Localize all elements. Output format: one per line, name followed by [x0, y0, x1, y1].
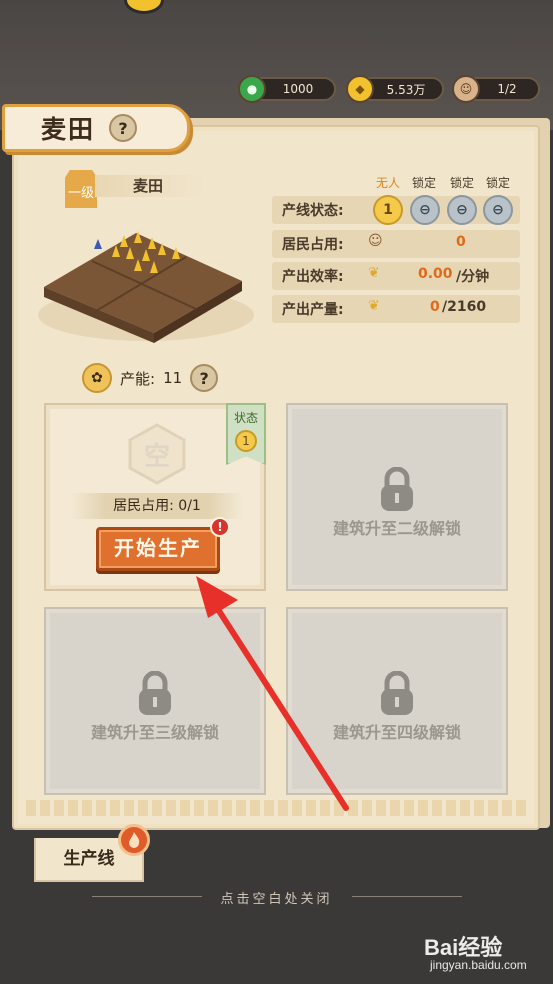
slot-state-value: 1 — [235, 430, 257, 452]
efficiency-value: 0.00 — [418, 266, 453, 282]
wheat-icon: ❦ — [368, 265, 380, 281]
close-hint[interactable]: 点击空白处关闭 — [0, 888, 553, 907]
production-slot-3[interactable]: 建筑升至三级解锁 — [44, 607, 266, 795]
title-tab: 麦田 ? — [2, 104, 190, 152]
start-production-button[interactable]: 开始生产 — [96, 527, 220, 571]
slot-occupancy: 居民占用: 0/1 — [72, 493, 242, 519]
resident-icon: ☺ — [452, 75, 480, 103]
slot-1-icon[interactable]: 1 — [373, 195, 403, 225]
slot-header-2: 锁定 — [411, 176, 436, 190]
lock-icon — [139, 671, 171, 715]
unlock-hint-level-4: 建筑升至四级解锁 — [332, 723, 461, 742]
production-slot-2[interactable]: 建筑升至二级解锁 — [286, 403, 508, 591]
slot-header-4: 锁定 — [485, 176, 510, 190]
capacity-help-icon[interactable]: ? — [190, 364, 219, 392]
output-row: 产出产量: ❦ 0 /2160 — [272, 295, 520, 323]
building-name: 麦田 — [95, 175, 205, 197]
production-slot-4[interactable]: 建筑升至四级解锁 — [286, 607, 508, 795]
gem-counter[interactable]: ● 1000 — [238, 75, 336, 103]
output-current: 0 — [430, 299, 440, 315]
level-badge: 一级 — [65, 170, 97, 208]
resident-value: 1/2 — [497, 82, 517, 96]
slot-2-lock-icon: ⊖ — [410, 195, 440, 225]
level-label: 一级 — [67, 186, 94, 201]
coin-value: 5.53万 — [386, 82, 426, 97]
efficiency-row: 产出效率: ❦ 0.00 /分钟 — [272, 262, 520, 290]
slot-4-lock-icon: ⊖ — [483, 195, 513, 225]
page-title: 麦田 — [41, 115, 96, 144]
lock-icon — [381, 467, 413, 511]
capacity-value: 11 — [163, 369, 183, 387]
line-state-label: 产线状态: — [282, 203, 344, 219]
output-label: 产出产量: — [282, 302, 344, 318]
unlock-hint-level-3: 建筑升至三级解锁 — [90, 723, 219, 742]
tab-flame-icon — [118, 824, 150, 856]
residents-value: 0 — [456, 234, 466, 250]
efficiency-unit: /分钟 — [456, 269, 490, 285]
slot-state-label: 状态 — [233, 411, 258, 425]
coin-counter[interactable]: ◆ 5.53万 — [346, 75, 444, 103]
slot-header-1: 无人 — [375, 176, 400, 190]
help-icon[interactable]: ? — [109, 114, 138, 142]
hint-divider-right — [352, 896, 462, 897]
slot-3-lock-icon: ⊖ — [447, 195, 477, 225]
panel-decorative-border — [26, 800, 526, 816]
lock-icon — [381, 671, 413, 715]
unlock-hint-level-2: 建筑升至二级解锁 — [332, 519, 461, 538]
capacity-label: 产能: — [120, 369, 156, 388]
line-state-row: 产线状态: 1 ⊖ ⊖ ⊖ — [272, 195, 520, 225]
wheat-field-image — [36, 215, 256, 345]
gem-icon: ● — [238, 75, 266, 103]
empty-slot-badge: 空 — [126, 423, 188, 485]
residents-label: 居民占用: — [282, 237, 344, 253]
slot-header-3: 锁定 — [449, 176, 474, 190]
output-max: /2160 — [442, 299, 487, 315]
capacity-row: ✿ 产能: 11 ? — [82, 363, 219, 393]
alert-icon: ! — [210, 517, 230, 537]
coin-icon: ◆ — [346, 75, 374, 103]
efficiency-label: 产出效率: — [282, 269, 344, 285]
slot-state-flag: 状态 1 — [226, 403, 266, 465]
production-slot-1[interactable]: 空 状态 1 居民占用: 0/1 开始生产 ! — [44, 403, 266, 591]
watermark-url: jingyan.baidu.com — [430, 958, 527, 972]
resident-worker-icon: ☺ — [368, 233, 383, 249]
gem-value: 1000 — [282, 82, 314, 96]
empty-slot-char: 空 — [143, 441, 170, 472]
capacity-bag-icon: ✿ — [82, 363, 112, 393]
wheat-output-icon: ❦ — [368, 298, 380, 314]
resident-counter[interactable]: ☺ 1/2 — [452, 75, 540, 103]
residents-row: 居民占用: ☺ 0 — [272, 230, 520, 258]
